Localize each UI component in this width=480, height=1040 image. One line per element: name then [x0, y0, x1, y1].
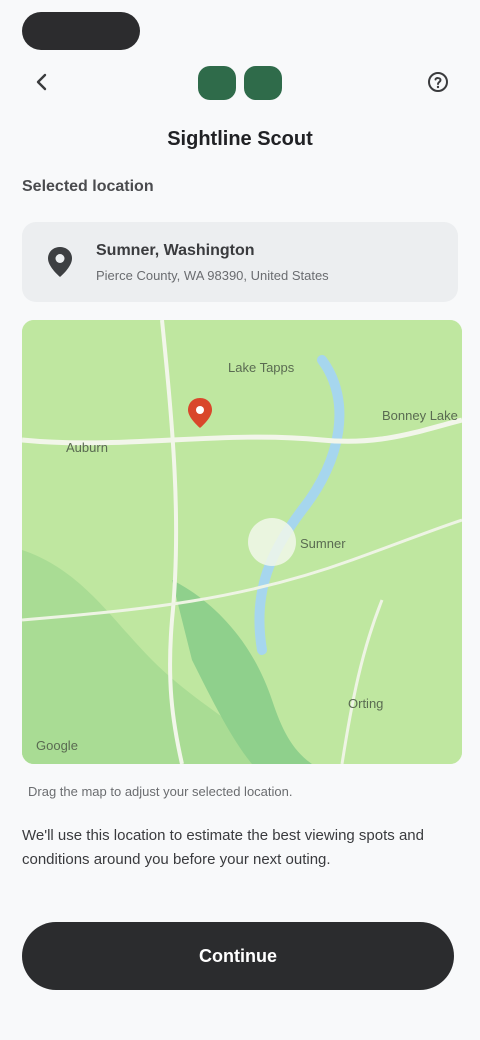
map-town-center	[248, 518, 296, 566]
map-label-center: Sumner	[300, 536, 346, 551]
address-subtitle: Pierce County, WA 98390, United States	[96, 267, 329, 283]
continue-button[interactable]: Continue	[22, 922, 454, 990]
arrow-left-icon	[36, 73, 47, 91]
address-card[interactable]: Sumner, Washington Pierce County, WA 983…	[22, 222, 458, 302]
address-text: Sumner, Washington Pierce County, WA 983…	[96, 242, 329, 283]
logo-mark-right	[244, 66, 282, 100]
app-screen: Sightline Scout Selected location Sumner…	[0, 0, 480, 1040]
section-label: Selected location	[22, 178, 154, 195]
location-pin-icon	[40, 242, 80, 282]
app-logo	[196, 66, 284, 102]
map-label-east: Bonney Lake	[382, 408, 458, 423]
help-button[interactable]	[418, 62, 458, 102]
map-label-south: Orting	[348, 696, 383, 711]
dynamic-island	[22, 12, 140, 50]
logo-mark-left	[198, 66, 236, 100]
map-label-west: Auburn	[66, 440, 108, 455]
map-caption: Drag the map to adjust your selected loc…	[28, 784, 293, 799]
location-map[interactable]: Lake Tapps Auburn Bonney Lake Sumner Ort…	[22, 320, 462, 764]
map-label-north: Lake Tapps	[228, 360, 295, 375]
map-attribution: Google	[36, 738, 78, 753]
body-description: We'll use this location to estimate the …	[22, 827, 424, 868]
question-circle-icon	[428, 72, 448, 92]
app-title: Sightline Scout	[167, 128, 313, 150]
address-title: Sumner, Washington	[96, 241, 255, 259]
map-canvas[interactable]: Lake Tapps Auburn Bonney Lake Sumner Ort…	[22, 320, 462, 764]
back-button[interactable]	[22, 62, 62, 102]
